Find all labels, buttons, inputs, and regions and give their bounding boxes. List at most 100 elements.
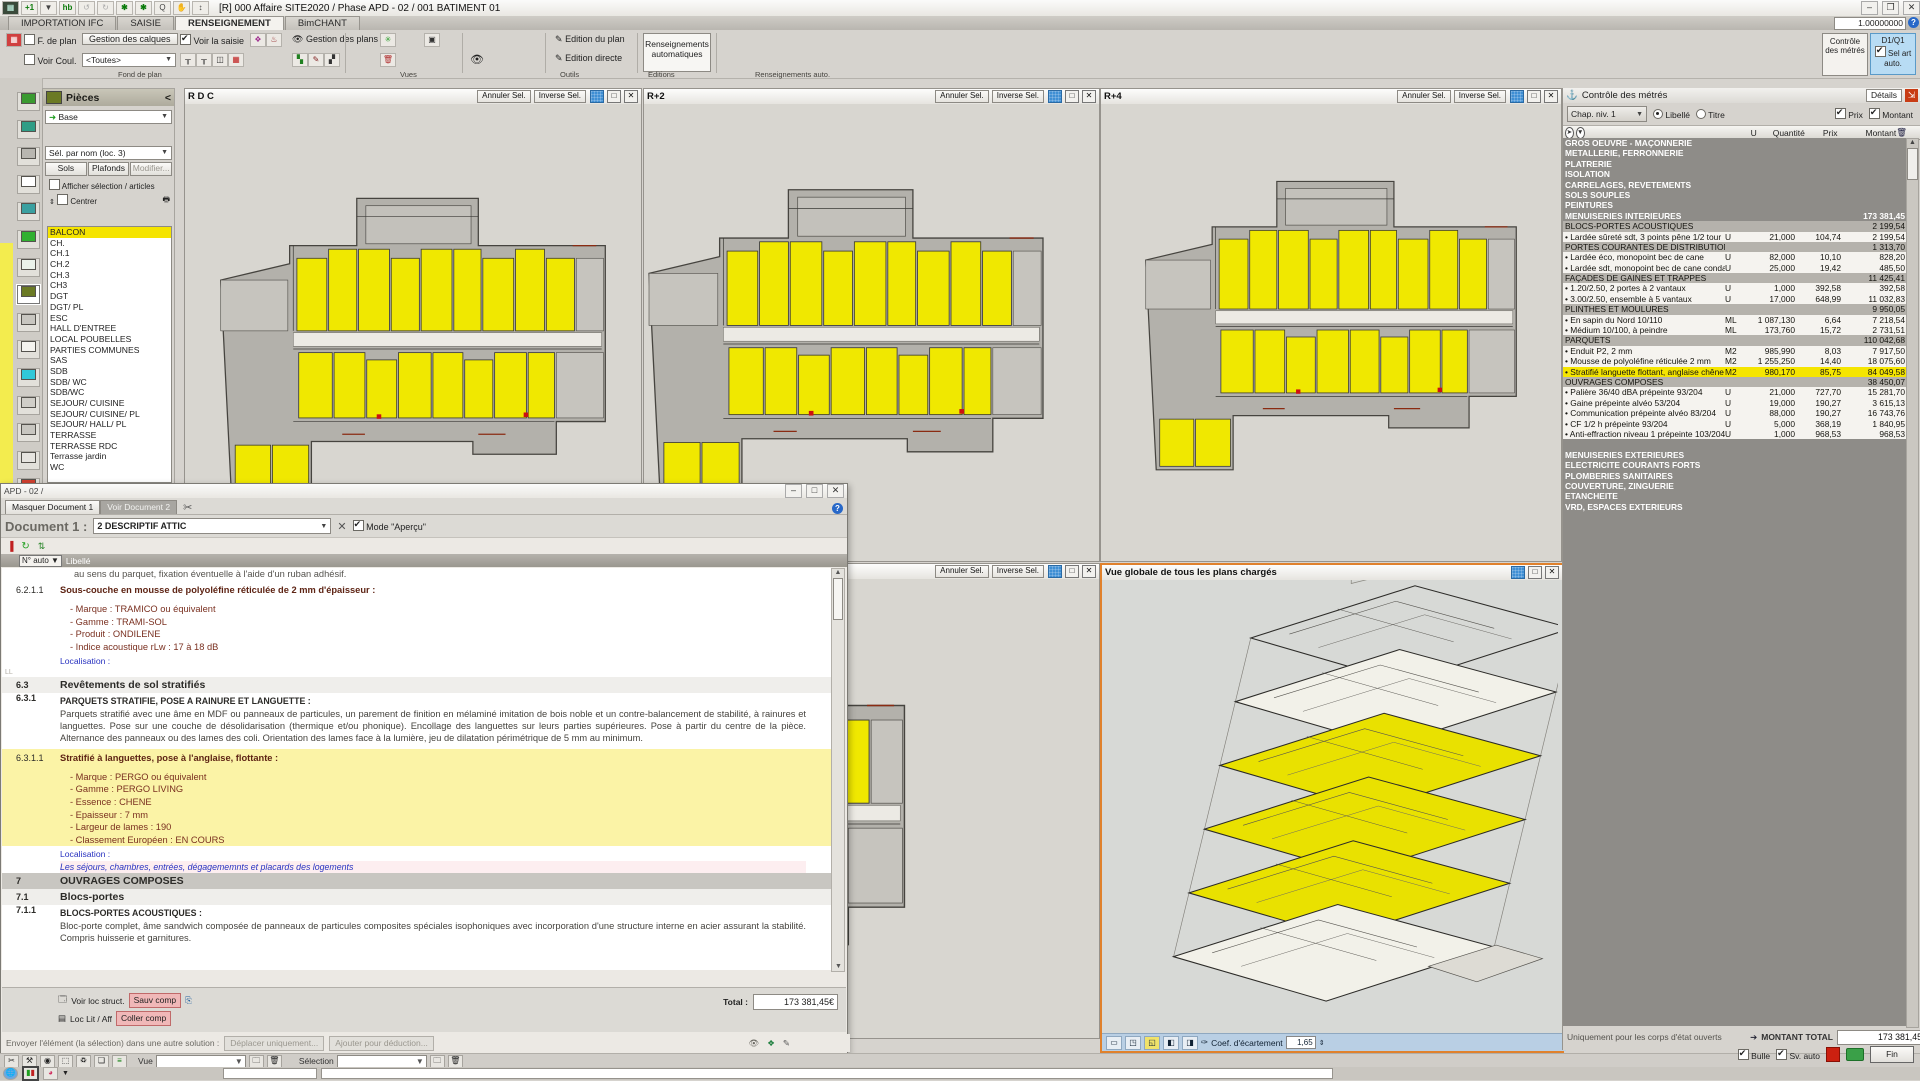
list-item[interactable]: TERRASSE — [48, 430, 171, 441]
card-icon[interactable] — [17, 258, 40, 277]
help-icon[interactable]: ? — [832, 503, 843, 514]
colored-levels-icon[interactable]: ◧ — [1163, 1036, 1179, 1050]
table-row[interactable]: ISOLATION — [1563, 169, 1908, 179]
modifier-button[interactable]: Modifier... — [130, 162, 172, 176]
table-row[interactable]: • 3.00/2.50, ensemble à 5 vantauxU17,000… — [1563, 294, 1908, 304]
book-icon[interactable] — [17, 175, 40, 194]
cyan-sheet-icon[interactable] — [17, 368, 40, 387]
annuler-sel-button[interactable]: Annuler Sel. — [477, 90, 531, 103]
num-auto-select[interactable]: N° auto ▼ — [19, 555, 62, 567]
list-item[interactable]: SEJOUR/ CUISINE/ PL — [48, 409, 171, 420]
list-item[interactable]: SEJOUR/ HALL/ PL — [48, 419, 171, 430]
squares-icon[interactable]: ▚ — [292, 53, 308, 67]
metres-scrollbar[interactable]: ▲ — [1906, 138, 1919, 1028]
total-field[interactable]: 173 381,45€ — [753, 994, 838, 1010]
table-row[interactable]: METALLERIE, FERRONNERIE — [1563, 148, 1908, 158]
voir-saisie-checkbox[interactable] — [180, 34, 191, 45]
table-row[interactable]: PORTES COURANTES DE DISTRIBUTION1 313,70 — [1563, 242, 1908, 252]
minimize-icon[interactable]: – — [785, 484, 802, 498]
table-row[interactable]: • Lardée sdt, monopoint bec de cane cond… — [1563, 263, 1908, 273]
table-row[interactable]: • Palière 36/40 dBA prépeinte 93/204U21,… — [1563, 387, 1908, 397]
close-icon[interactable]: ✕ — [827, 484, 844, 498]
coef-spinner[interactable]: ⇕ — [1319, 1039, 1325, 1047]
list-item[interactable]: Terrasse jardin — [48, 451, 171, 462]
save-as-icon[interactable]: hb — [59, 1, 76, 15]
restore-button[interactable]: ❐ — [1882, 1, 1899, 15]
wrench-icon[interactable]: ✕ — [337, 520, 346, 533]
table-row[interactable]: • Mousse de polyoléfine réticulée 2 mmM2… — [1563, 356, 1908, 366]
book-icon[interactable] — [1826, 1047, 1840, 1062]
doc-chapter-row[interactable]: 6.3Revêtements de sol stratifiés — [2, 677, 832, 693]
grid-book-icon[interactable] — [17, 202, 40, 221]
voir-loc-struct-label[interactable]: Voir loc struct. — [71, 996, 124, 1006]
doc-chapter-row[interactable]: 7OUVRAGES COMPOSES — [2, 873, 832, 889]
list-item[interactable]: LOCAL POUBELLES — [48, 334, 171, 345]
inverse-sel-button[interactable]: Inverse Sel. — [534, 90, 586, 103]
palette-icon[interactable]: ❖ — [250, 33, 266, 47]
inverse-sel-button[interactable]: Inverse Sel. — [1454, 90, 1506, 103]
list-item[interactable]: CH. — [48, 238, 171, 249]
table-row[interactable]: CARRELAGES, REVETEMENTS — [1563, 180, 1908, 190]
list-item[interactable]: CH.3 — [48, 270, 171, 281]
plan-grid-icon[interactable] — [1048, 565, 1062, 578]
close-icon[interactable]: ✕ — [1082, 90, 1096, 103]
close-button[interactable]: ✕ — [1903, 1, 1920, 15]
list-item[interactable]: HALL D'ENTREE — [48, 323, 171, 334]
montant-checkbox[interactable] — [1869, 108, 1880, 119]
beam-icon[interactable] — [17, 340, 40, 359]
maximize-icon[interactable]: □ — [1065, 90, 1079, 103]
plafonds-button[interactable]: Plafonds — [88, 162, 130, 176]
plan-window-r4-titlebar[interactable]: R+4 Annuler Sel. Inverse Sel. □ ✕ — [1101, 89, 1561, 105]
bridge2-icon[interactable]: ╥ — [196, 53, 212, 67]
table-row[interactable]: • Stratifié languette flottant, anglaise… — [1563, 367, 1908, 377]
room-icon[interactable] — [17, 285, 40, 304]
maximize-icon[interactable]: □ — [607, 90, 621, 103]
plan-grid-icon[interactable] — [1048, 90, 1062, 103]
chapitre-niveau-select[interactable]: Chap. niv. 1▼ — [1567, 106, 1647, 122]
plan-levels-icon[interactable]: ◱ — [1144, 1036, 1160, 1050]
f-de-plan-checkbox[interactable] — [24, 34, 35, 45]
document1-select[interactable]: 2 DESCRIPTIF ATTIC▼ — [93, 518, 331, 534]
gestion-plans-label[interactable]: Gestion des plans — [306, 34, 378, 44]
table-row[interactable]: BLOCS-PORTES ACOUSTIQUES2 199,54 — [1563, 221, 1908, 231]
table-row[interactable]: MENUISERIES INTERIEURES173 381,45 — [1563, 211, 1908, 221]
detach-icon[interactable]: ⇲ — [1905, 89, 1918, 102]
plan-grid-icon[interactable] — [1510, 90, 1524, 103]
table-row[interactable]: • 1.20/2.50, 2 portes à 2 vantauxU1,0003… — [1563, 283, 1908, 293]
doc-content[interactable]: au sens du parquet, fixation éventuelle … — [2, 568, 832, 970]
green-book-icon[interactable] — [17, 230, 40, 249]
folder-icon[interactable]: 🗀 — [249, 1055, 264, 1068]
help-icon[interactable]: ? — [1908, 17, 1919, 28]
image-button[interactable]: ▣ — [424, 33, 440, 47]
doc-chapter-row[interactable]: 7.1Blocs-portes — [2, 889, 832, 905]
collapse-all-icon[interactable]: ▼ — [1576, 127, 1585, 139]
scale-field[interactable]: 1.00000000 — [1834, 17, 1906, 30]
layers-icon[interactable] — [17, 120, 40, 139]
maximize-icon[interactable]: □ — [1528, 566, 1542, 579]
list-item[interactable]: ESC — [48, 313, 171, 324]
wall-icon[interactable] — [17, 92, 40, 111]
regenerate-icon[interactable]: ✱ — [135, 1, 152, 15]
centrer-checkbox[interactable] — [57, 194, 68, 205]
trash-icon[interactable]: 🗑 — [267, 1055, 282, 1068]
table-row[interactable]: ETANCHEITE — [1563, 491, 1908, 501]
stamp-icon[interactable]: ✎ — [783, 1038, 790, 1049]
table-row[interactable]: • CF 1/2 h prépeinte 93/204U5,000368,191… — [1563, 419, 1908, 429]
refresh-icon[interactable]: ✱ — [116, 1, 133, 15]
d1q1-button[interactable]: D1/Q1 Sel art auto. — [1870, 33, 1916, 75]
pan-hand-icon[interactable]: ✋ — [173, 1, 190, 15]
table-row[interactable]: PLATRERIE — [1563, 159, 1908, 169]
trash-icon[interactable]: 🗑 — [380, 53, 396, 67]
view3d-canvas[interactable] — [1102, 580, 1558, 1032]
tool5-icon[interactable]: ♽ — [76, 1055, 91, 1068]
renseignements-auto-button[interactable]: Renseignements automatiques — [643, 33, 711, 72]
list-item[interactable]: DGT/ PL — [48, 302, 171, 313]
maximize-icon[interactable]: □ — [1527, 90, 1541, 103]
list-item[interactable]: BALCON — [48, 227, 171, 238]
coef-ecartement-field[interactable]: 1,65 — [1286, 1036, 1316, 1049]
link-icon[interactable]: ✎ — [308, 53, 324, 67]
green-x-icon[interactable]: ✳ — [380, 33, 396, 47]
cube-icon[interactable] — [17, 396, 40, 415]
edition-directe-label[interactable]: Edition directe — [565, 53, 622, 63]
tab-bimchant[interactable]: BimCHANT — [285, 16, 360, 30]
